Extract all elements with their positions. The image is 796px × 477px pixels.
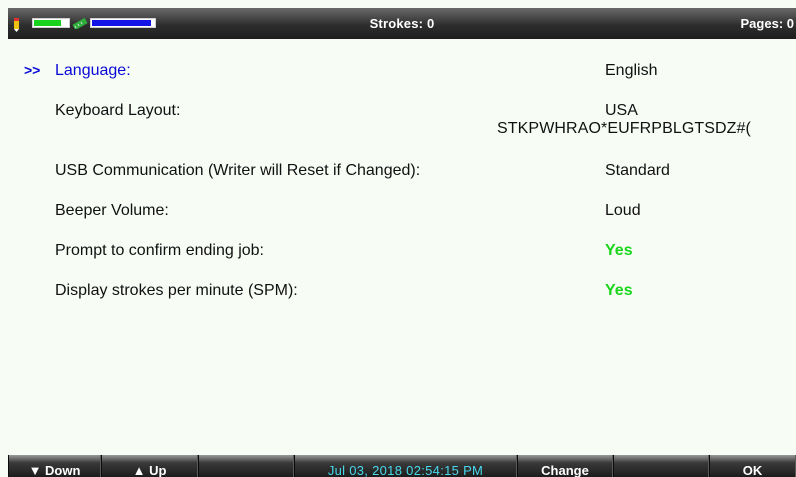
- setting-row-beeper-volume[interactable]: Beeper Volume: Loud: [0, 202, 796, 226]
- setting-label: Display strokes per minute (SPM):: [55, 282, 298, 299]
- setting-value: Standard: [605, 162, 670, 179]
- settings-screen: Strokes: 0 Pages: 0 >> Language: English…: [0, 0, 796, 477]
- down-button[interactable]: ▼ Down: [8, 455, 101, 477]
- setting-value: Yes: [605, 242, 633, 259]
- softkey-bar: ▼ Down ▲ Up Jul 03, 2018 02:54:15 PM Cha…: [8, 455, 796, 477]
- setting-row-usb-communication[interactable]: USB Communication (Writer will Reset if …: [0, 162, 796, 186]
- setting-label: Prompt to confirm ending job:: [55, 242, 264, 259]
- steno-layout-keys: STKPWHRAO*EUFRPBLGTSDZ#(: [497, 120, 751, 137]
- strokes-count: Strokes: 0: [369, 16, 435, 31]
- pages-count: Pages: 0: [740, 16, 794, 31]
- setting-row-keyboard-layout[interactable]: Keyboard Layout: USA STKPWHRAO*EUFRPBLGT…: [0, 102, 796, 142]
- up-button[interactable]: ▲ Up: [101, 455, 198, 477]
- softkey-blank-2[interactable]: [613, 455, 709, 477]
- setting-row-display-spm[interactable]: Display strokes per minute (SPM): Yes: [0, 282, 796, 306]
- setting-row-language[interactable]: >> Language: English: [0, 62, 796, 86]
- selection-cursor: >>: [24, 62, 41, 78]
- datetime-display: Jul 03, 2018 02:54:15 PM: [294, 455, 517, 477]
- change-button[interactable]: Change: [517, 455, 613, 477]
- softkey-blank-1[interactable]: [198, 455, 294, 477]
- setting-value: English: [605, 62, 658, 79]
- setting-label: Beeper Volume:: [55, 202, 169, 219]
- setting-label: Keyboard Layout:: [55, 102, 181, 119]
- setting-value: USA: [605, 102, 638, 119]
- ok-button[interactable]: OK: [709, 455, 796, 477]
- status-bar: Strokes: 0 Pages: 0: [8, 8, 796, 39]
- setting-label: Language:: [55, 62, 131, 79]
- setting-value: Loud: [605, 202, 641, 219]
- setting-row-confirm-ending-job[interactable]: Prompt to confirm ending job: Yes: [0, 242, 796, 266]
- setting-label: USB Communication (Writer will Reset if …: [55, 162, 421, 179]
- setting-value: Yes: [605, 282, 633, 299]
